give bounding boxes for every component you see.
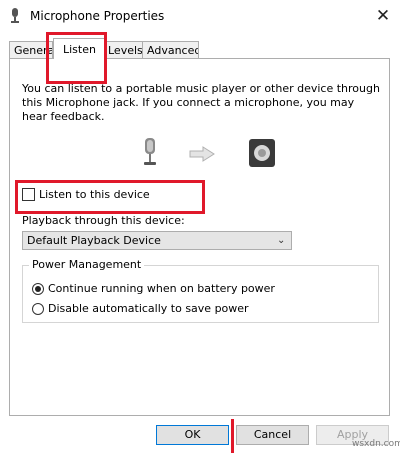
listen-description: You can listen to a portable music playe… bbox=[22, 82, 380, 123]
playback-device-select[interactable]: Default Playback Device ⌄ bbox=[22, 231, 292, 250]
microphone-icon bbox=[144, 138, 156, 165]
listen-to-device-checkbox[interactable] bbox=[22, 188, 35, 201]
speaker-icon bbox=[249, 139, 275, 167]
disable-automatically-radio[interactable] bbox=[32, 303, 44, 315]
ok-button[interactable]: OK bbox=[156, 425, 229, 445]
radio-selected-dot bbox=[35, 286, 41, 292]
highlight-ok-button-edge bbox=[231, 419, 234, 453]
listen-to-device-label[interactable]: Listen to this device bbox=[39, 188, 150, 201]
continue-running-radio[interactable] bbox=[32, 283, 44, 295]
continue-running-label[interactable]: Continue running when on battery power bbox=[48, 282, 275, 295]
playback-device-label: Playback through this device: bbox=[22, 214, 185, 227]
cancel-button[interactable]: Cancel bbox=[236, 425, 309, 445]
tab-listen[interactable]: Listen bbox=[53, 38, 105, 59]
tab-advanced[interactable]: Advanced bbox=[142, 41, 199, 58]
title-bar: Microphone Properties ✕ bbox=[0, 0, 400, 32]
power-management-legend: Power Management bbox=[29, 258, 145, 271]
close-button[interactable]: ✕ bbox=[368, 2, 398, 30]
tab-levels[interactable]: Levels bbox=[104, 41, 143, 58]
disable-automatically-label[interactable]: Disable automatically to save power bbox=[48, 302, 249, 315]
arrow-right-icon bbox=[189, 146, 215, 162]
chevron-down-icon: ⌄ bbox=[277, 235, 286, 246]
tab-general[interactable]: Genera bbox=[9, 41, 53, 58]
window-title: Microphone Properties bbox=[30, 9, 165, 23]
playback-device-value: Default Playback Device bbox=[27, 234, 161, 247]
watermark: wsxdn.com bbox=[352, 439, 400, 449]
microphone-icon bbox=[11, 8, 19, 23]
